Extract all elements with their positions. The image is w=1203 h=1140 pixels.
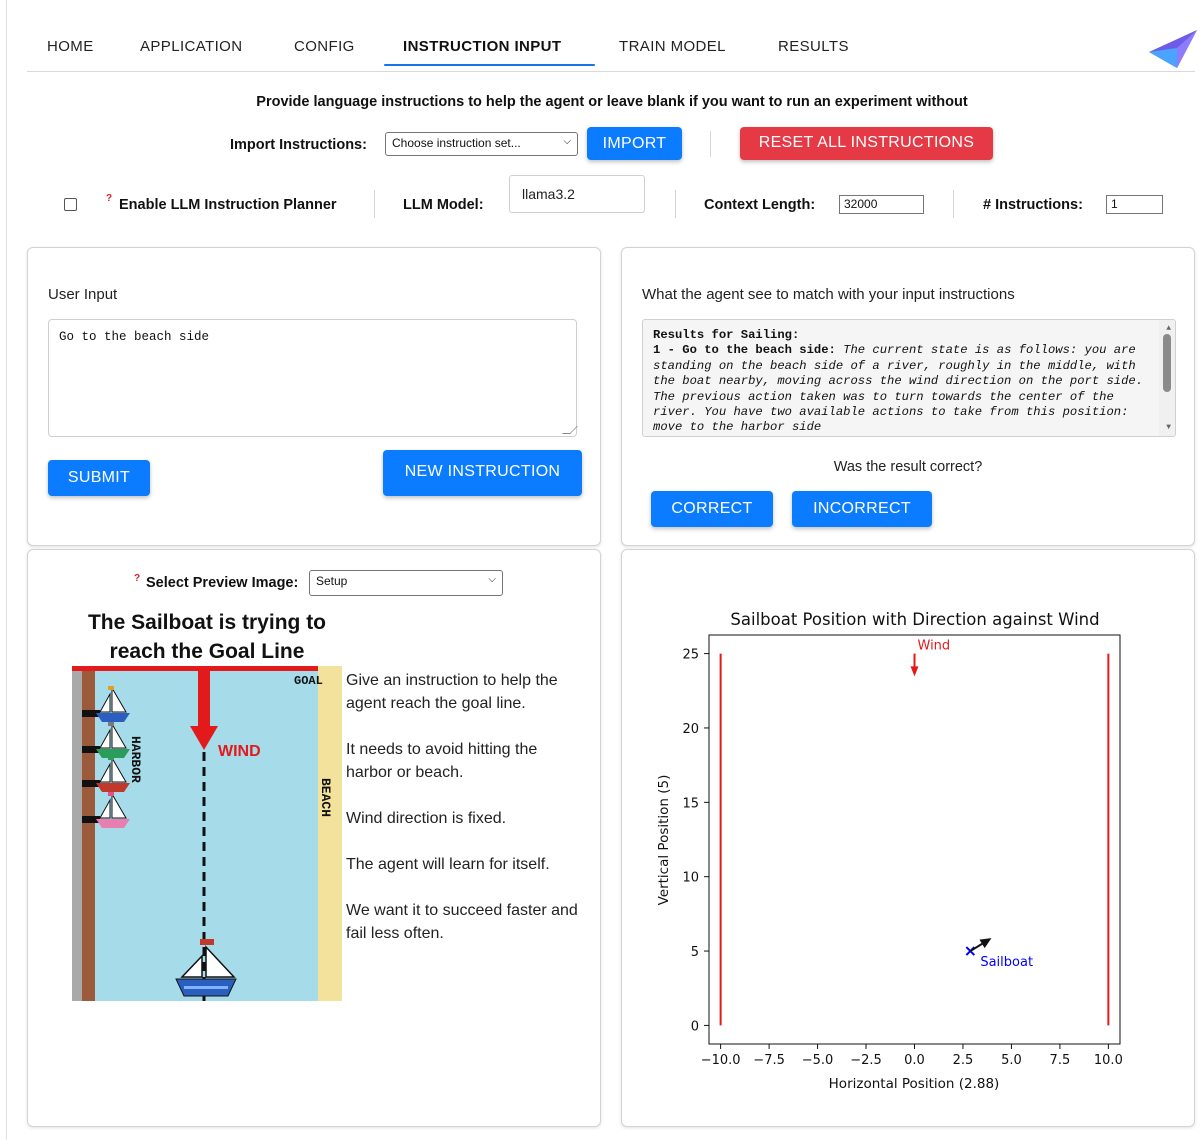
harbor-label: HARBOR xyxy=(128,736,143,783)
chart-card: Sailboat Position with Direction against… xyxy=(621,549,1195,1127)
llm-planner-checkbox[interactable] xyxy=(64,198,77,211)
scroll-thumb[interactable] xyxy=(1163,334,1171,392)
x-tick-label: −10.0 xyxy=(701,1053,741,1068)
y-tick-label: 0 xyxy=(691,1019,699,1034)
preview-image-select[interactable]: Setup ⌵ xyxy=(309,570,503,596)
active-tab-indicator xyxy=(384,64,595,66)
scroll-down-icon[interactable]: ▼ xyxy=(1166,420,1171,435)
results-scrollbar[interactable]: ▲ ▼ xyxy=(1159,320,1175,436)
instruction-set-select[interactable]: Choose instruction set... ⌵ xyxy=(385,132,578,156)
preview-paragraph: It needs to avoid hitting the harbor or … xyxy=(346,741,538,781)
reset-all-instructions-button[interactable]: RESET ALL INSTRUCTIONS xyxy=(740,127,993,160)
x-tick-label: 10.0 xyxy=(1094,1053,1123,1068)
preview-card: ? Select Preview Image: Setup ⌵ The Sail… xyxy=(27,549,601,1127)
y-tick-label: 20 xyxy=(682,722,699,737)
chevron-down-icon: ⌵ xyxy=(563,136,571,147)
result-item-label: 1 - Go to the beach side: xyxy=(653,343,836,358)
result-question: Was the result correct? xyxy=(833,459,983,475)
divider xyxy=(710,131,711,157)
help-icon[interactable]: ? xyxy=(106,193,112,204)
preview-title-line2: reach the Goal Line xyxy=(109,640,305,663)
plot-area xyxy=(708,634,1121,1045)
sailboat-annotation: Sailboat xyxy=(980,955,1033,970)
preview-paragraph: Give an instruction to help the agent re… xyxy=(346,672,558,712)
goal-label: GOAL xyxy=(294,674,323,688)
preview-instructions-text: Give an instruction to help the agent re… xyxy=(346,669,586,968)
import-button[interactable]: IMPORT xyxy=(587,127,682,160)
submit-button[interactable]: SUBMIT xyxy=(48,460,150,496)
wind-label: WIND xyxy=(218,743,261,760)
results-heading: Results for Sailing: xyxy=(653,328,800,342)
import-instructions-label: Import Instructions: xyxy=(230,137,367,153)
preview-select-label: Select Preview Image: xyxy=(146,575,299,591)
top-nav: HOME APPLICATION CONFIG INSTRUCTION INPU… xyxy=(27,26,1197,72)
tab-home[interactable]: HOME xyxy=(47,38,94,55)
num-instructions-label: # Instructions: xyxy=(983,197,1083,213)
triangle-logo-icon[interactable] xyxy=(1147,28,1197,68)
chart-title: Sailboat Position with Direction against… xyxy=(730,610,1099,629)
correct-button[interactable]: CORRECT xyxy=(651,491,773,527)
x-tick-label: −2.5 xyxy=(850,1053,882,1068)
x-axis-label: Horizontal Position (2.88) xyxy=(829,1076,1000,1092)
x-tick-label: 5.0 xyxy=(1001,1053,1022,1068)
divider xyxy=(953,190,954,218)
y-axis-label: Vertical Position (5) xyxy=(656,775,672,906)
tab-instruction-input[interactable]: INSTRUCTION INPUT xyxy=(403,38,561,55)
context-length-input[interactable]: 32000 xyxy=(839,195,924,214)
divider xyxy=(374,190,375,218)
user-input-textarea[interactable]: Go to the beach side xyxy=(48,319,578,437)
tab-train-model[interactable]: TRAIN MODEL xyxy=(619,38,726,55)
page-left-border xyxy=(6,0,7,1140)
llm-model-label: LLM Model: xyxy=(403,197,484,213)
y-tick-label: 25 xyxy=(682,648,699,663)
y-tick-label: 10 xyxy=(682,871,699,886)
wind-annotation: Wind xyxy=(918,639,951,654)
resize-handle-icon[interactable] xyxy=(562,426,578,434)
chevron-down-icon: ⌵ xyxy=(488,574,496,585)
divider xyxy=(675,190,676,218)
tab-results[interactable]: RESULTS xyxy=(778,38,849,55)
instruction-set-select-value: Choose instruction set... xyxy=(392,136,521,150)
sailboat-setup-illustration: GOAL WIND HARBOR BEACH xyxy=(72,666,342,1001)
tab-application[interactable]: APPLICATION xyxy=(140,38,242,55)
preview-select-value: Setup xyxy=(316,574,348,588)
x-tick-label: 0.0 xyxy=(904,1053,925,1068)
tab-config[interactable]: CONFIG xyxy=(294,38,355,55)
y-tick-label: 15 xyxy=(682,796,699,811)
x-tick-label: −5.0 xyxy=(802,1053,834,1068)
llm-model-input[interactable]: llama3.2 xyxy=(509,175,645,213)
user-input-text: Go to the beach side xyxy=(59,330,210,344)
agent-results-box[interactable]: Results for Sailing: 1 - Go to the beach… xyxy=(642,319,1176,437)
preview-title-line1: The Sailboat is trying to xyxy=(87,611,327,634)
user-input-title: User Input xyxy=(48,286,118,303)
x-tick-label: −7.5 xyxy=(753,1053,785,1068)
user-input-card: User Input Go to the beach side SUBMIT N… xyxy=(27,247,601,546)
x-tick-label: 7.5 xyxy=(1050,1053,1071,1068)
beach-label: BEACH xyxy=(318,778,333,817)
preview-paragraph: Wind direction is fixed. xyxy=(346,810,507,827)
num-instructions-input[interactable]: 1 xyxy=(1106,195,1163,214)
context-length-label: Context Length: xyxy=(704,197,816,213)
agent-view-card: What the agent see to match with your in… xyxy=(621,247,1195,546)
y-tick-label: 5 xyxy=(691,945,699,960)
llm-planner-label: Enable LLM Instruction Planner xyxy=(119,197,337,213)
preview-paragraph: We want it to succeed faster and fail le… xyxy=(346,902,578,942)
preview-paragraph: The agent will learn for itself. xyxy=(346,856,550,873)
new-instruction-button[interactable]: NEW INSTRUCTION xyxy=(383,450,582,496)
sailboat-position-chart: Sailboat Position with Direction against… xyxy=(656,610,1123,1092)
x-tick-label: 2.5 xyxy=(953,1053,974,1068)
incorrect-button[interactable]: INCORRECT xyxy=(792,491,932,527)
help-icon[interactable]: ? xyxy=(134,573,140,584)
agent-view-title: What the agent see to match with your in… xyxy=(642,286,1015,303)
intro-text: Provide language instructions to help th… xyxy=(256,94,968,110)
preview-image-title: The Sailboat is trying to reach the Goal… xyxy=(58,608,356,666)
